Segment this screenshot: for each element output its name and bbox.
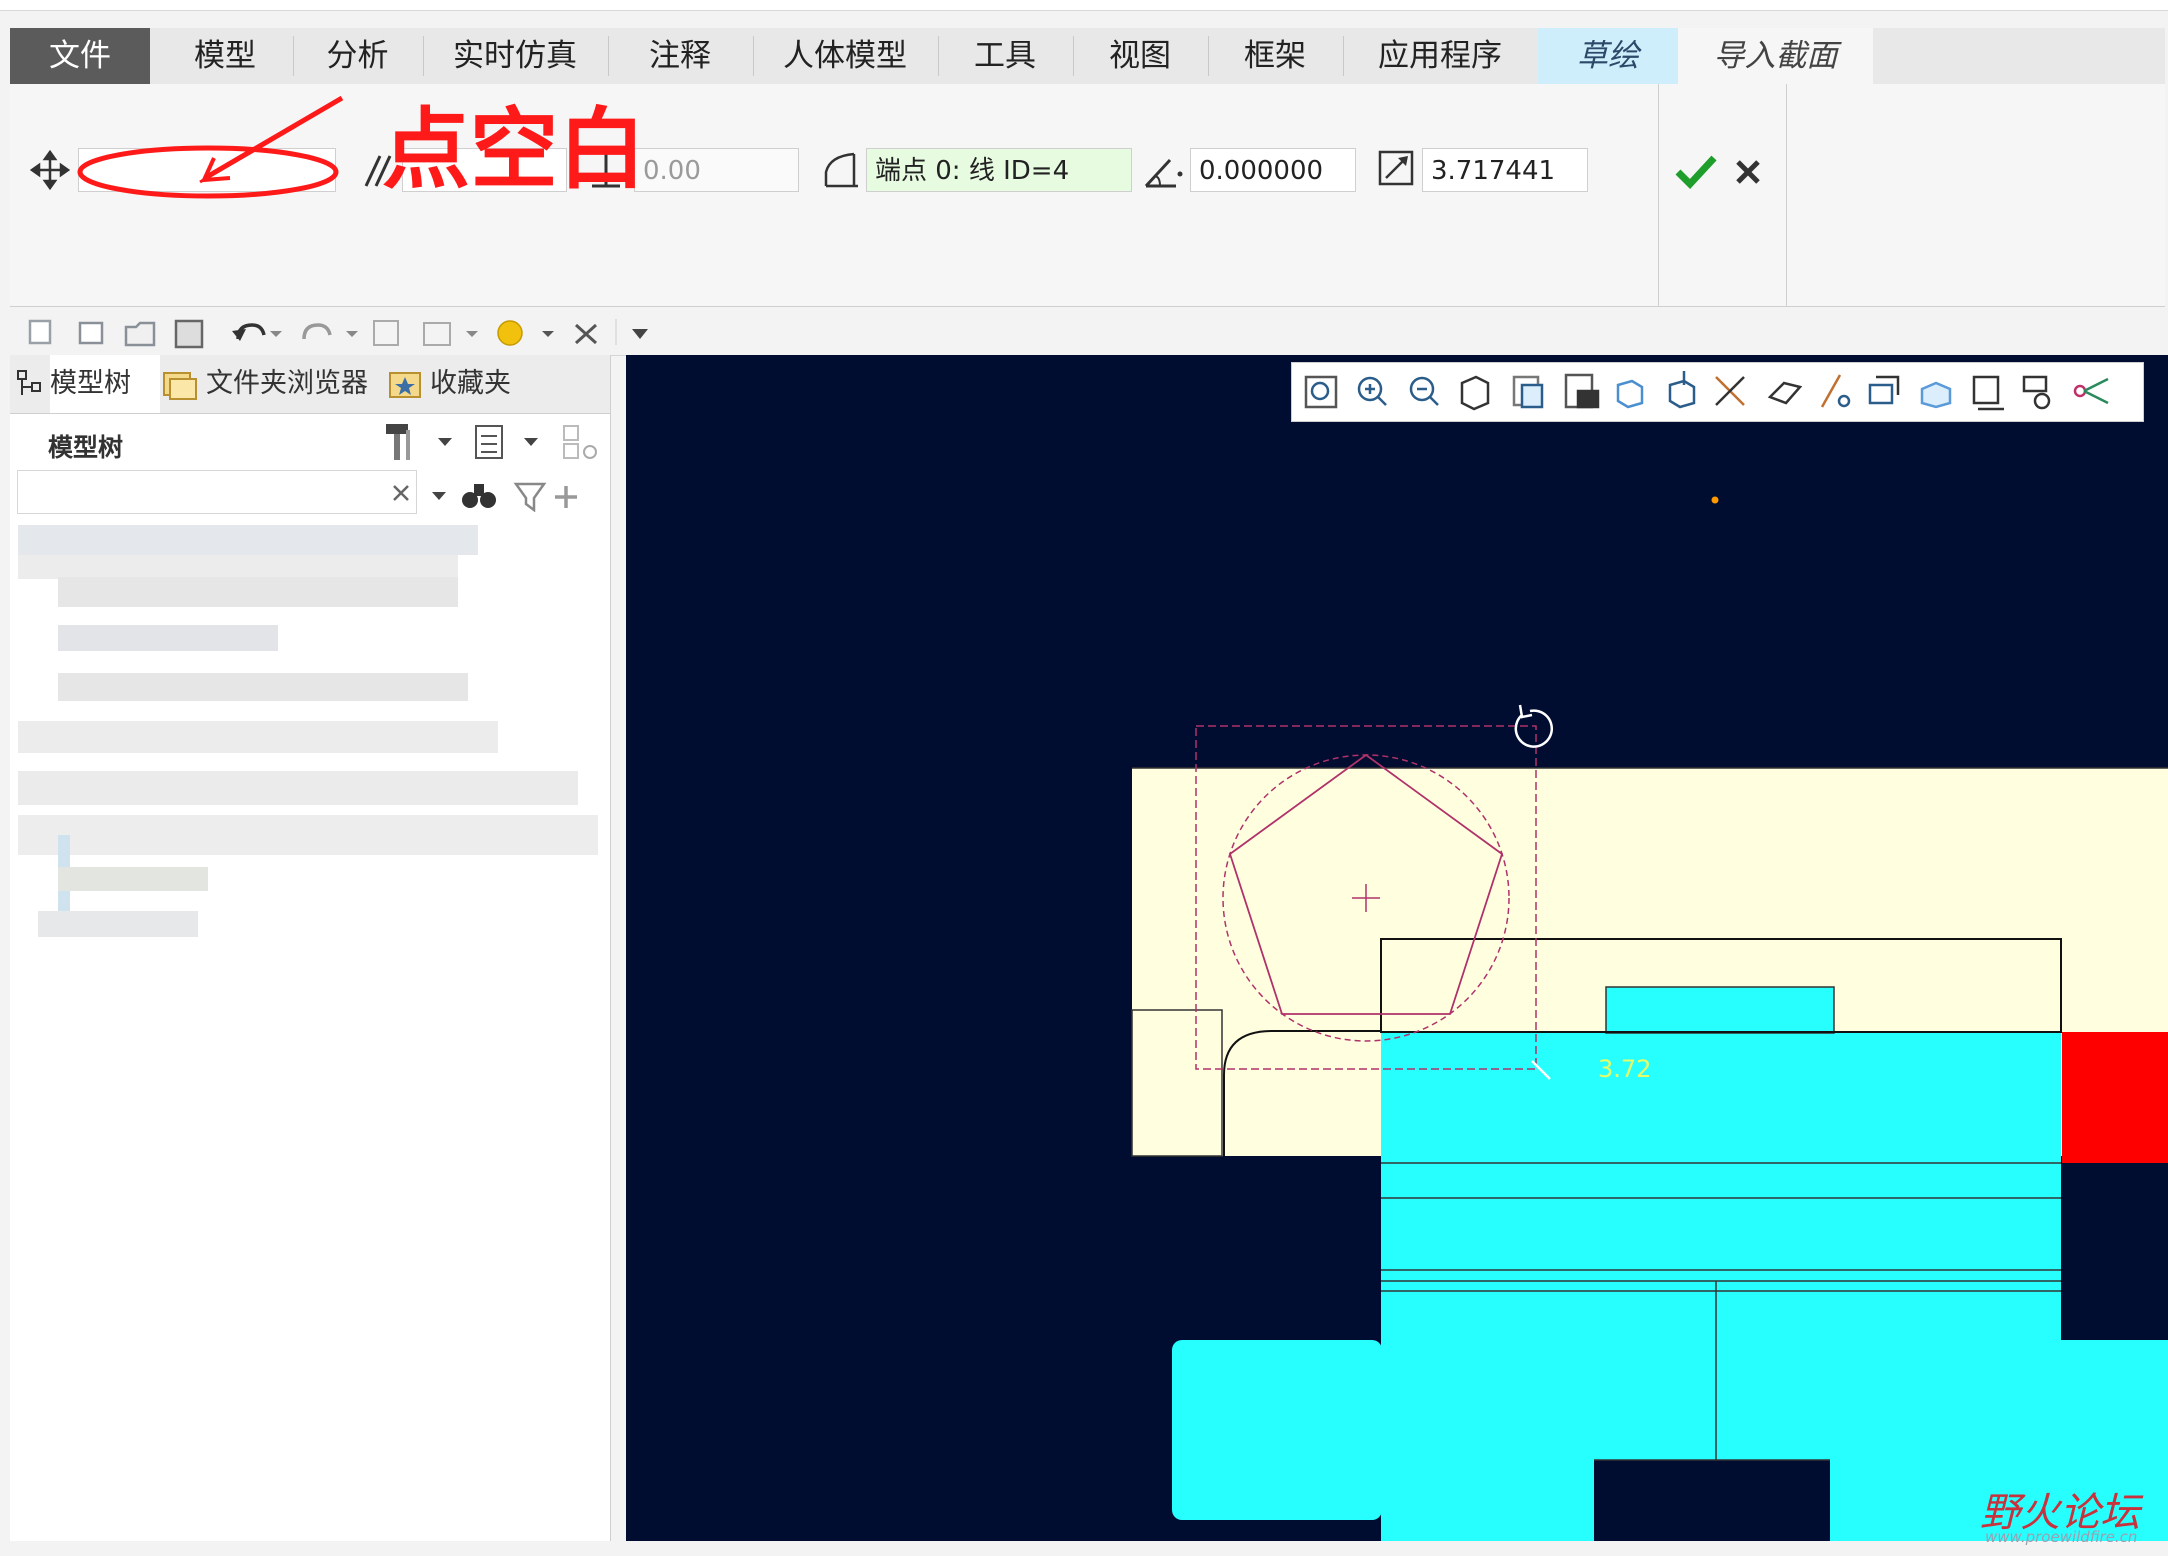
quick-access-toolbar	[10, 307, 2165, 356]
named-views-icon	[1564, 373, 1600, 409]
open-recent-icon	[78, 321, 104, 345]
close-window-icon	[574, 323, 598, 345]
ribbon-tab-bar: 文件 模型 分析 实时仿真 注释 人体模型 工具 视图 框架 应用程序 草绘 导…	[10, 28, 2165, 84]
tab-view[interactable]: 视图	[1075, 28, 1205, 84]
scale-icon	[1378, 150, 1414, 186]
tab-tools[interactable]: 工具	[940, 28, 1070, 84]
tab-file[interactable]: 文件	[10, 28, 150, 84]
favorites-icon	[389, 372, 421, 398]
angle-input[interactable]: 0.000000	[1190, 148, 1356, 192]
tab-import-section[interactable]: 导入截面	[1678, 28, 1873, 84]
show-list-icon	[475, 425, 503, 459]
zoom-out-icon	[1409, 376, 1439, 406]
redo-icon	[302, 323, 332, 340]
customize-dropdown-icon	[632, 329, 648, 339]
save-icon	[174, 319, 204, 349]
annotation-display-icon	[1972, 375, 2004, 411]
tab-favorites[interactable]: 收藏夹	[430, 355, 540, 413]
tab-framework[interactable]: 框架	[1210, 28, 1340, 84]
display-style-icon	[1616, 379, 1644, 409]
settings-tools-icon	[386, 424, 410, 460]
offset-value-field: 0.00	[634, 148, 799, 192]
cancel-x-icon[interactable]	[1732, 156, 1764, 188]
axis-display-icon	[1820, 374, 1851, 408]
new-icon	[28, 319, 52, 345]
add-icon	[555, 486, 577, 508]
search-controls	[393, 482, 577, 512]
tab-annotate[interactable]: 注释	[610, 28, 750, 84]
clear-search-icon	[393, 485, 409, 501]
find-binoculars-icon	[462, 484, 496, 508]
model-tree-icon	[17, 370, 41, 395]
refit-icon	[1304, 375, 1338, 409]
column-settings-icon	[563, 425, 597, 459]
graphics-window[interactable]: 3.72	[626, 355, 2168, 1541]
plane-display-icon	[1767, 381, 1803, 405]
scale-dimension-label: 3.72	[1598, 1055, 1651, 1083]
filter-icon	[513, 482, 547, 512]
zoom-in-icon	[1357, 376, 1387, 406]
tab-manikin[interactable]: 人体模型	[755, 28, 935, 84]
angle-icon	[1144, 158, 1183, 188]
windows-icon	[423, 322, 451, 346]
tab-model-tree[interactable]: 模型树	[50, 355, 160, 413]
origin-point	[1711, 496, 1719, 504]
folder-browser-icon	[163, 372, 197, 400]
accept-checkmark-icon[interactable]	[1674, 152, 1718, 192]
view-manager-icon	[1668, 371, 1696, 409]
spin-center-icon	[2022, 375, 2051, 410]
forum-watermark-url: www.proewildfire.cn	[1985, 1528, 2138, 1546]
rotation-reference-field[interactable]: 端点 0: 线 ID=4	[866, 148, 1132, 192]
model-tree-toolbar	[386, 424, 597, 460]
tab-realtime-simulation[interactable]: 实时仿真	[425, 28, 605, 84]
sketch-view-icon	[2073, 377, 2109, 405]
tab-folder-browser[interactable]: 文件夹浏览器	[206, 355, 386, 413]
tab-analysis[interactable]: 分析	[295, 28, 420, 84]
red-part	[2062, 1032, 2168, 1163]
datum-display-icon	[1715, 376, 1745, 406]
scale-input[interactable]: 3.717441	[1422, 148, 1588, 192]
folder-open-icon	[124, 321, 156, 347]
title-bar	[0, 0, 2168, 11]
regenerate-icon	[373, 320, 399, 346]
point-display-icon	[1868, 375, 1900, 405]
navigator-tabs: 模型树 文件夹浏览器 收藏夹	[10, 355, 610, 414]
tab-sketch[interactable]: 草绘	[1538, 28, 1678, 84]
annotation-click-blank-text: 点空白	[382, 98, 647, 201]
tab-applications[interactable]: 应用程序	[1345, 28, 1535, 84]
repaint-icon	[1460, 375, 1490, 411]
csys-display-icon	[1920, 381, 1952, 409]
model-tree-content-blurred	[18, 525, 598, 945]
rotation-reference-icon	[824, 152, 858, 188]
in-graphics-toolbar	[1291, 362, 2144, 422]
dark-slot	[1594, 1460, 1830, 1541]
model-tree-search-input[interactable]	[17, 470, 417, 514]
model-tree-title: 模型树	[48, 433, 124, 462]
saved-orientations-icon	[1512, 375, 1544, 409]
sketch-canvas[interactable]: 3.72	[626, 355, 2168, 1541]
tab-model[interactable]: 模型	[160, 28, 290, 84]
appearance-icon	[497, 320, 523, 346]
